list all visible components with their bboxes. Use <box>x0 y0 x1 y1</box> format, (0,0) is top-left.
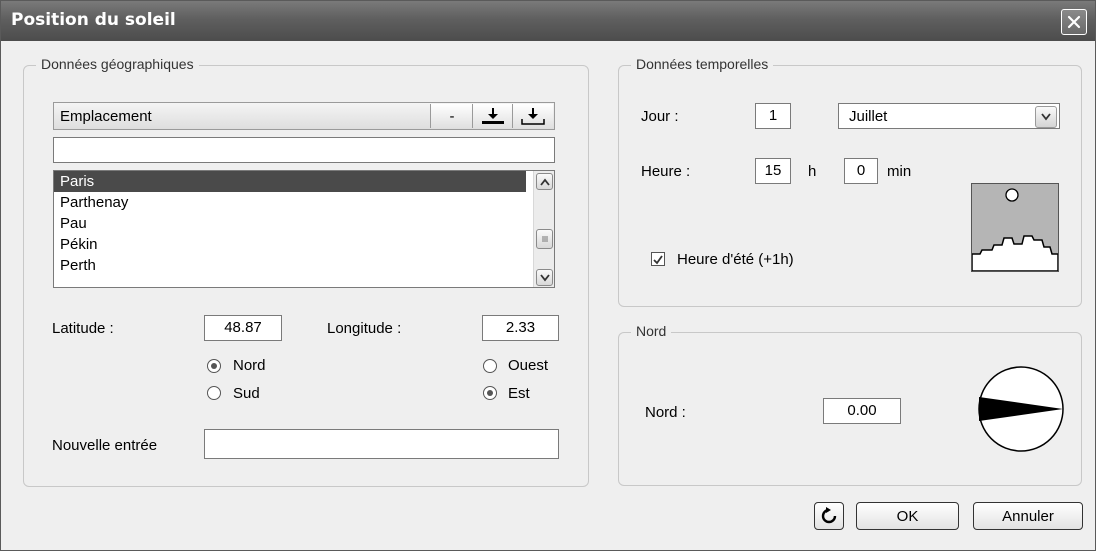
dialog-window: Position du soleil Données géographiques… <box>0 0 1096 551</box>
ouest-radio-label: Ouest <box>508 357 549 374</box>
close-button[interactable] <box>1061 9 1087 35</box>
nord-radio-label: Nord <box>233 357 266 374</box>
scroll-thumb[interactable] <box>536 229 553 249</box>
est-radio[interactable] <box>483 386 497 400</box>
month-dropdown-button[interactable] <box>1035 106 1057 128</box>
chevron-down-icon <box>1041 113 1051 121</box>
chevron-down-icon <box>539 273 550 281</box>
nord-input[interactable]: 0.00 <box>823 398 901 424</box>
longitude-label: Longitude : <box>327 320 402 337</box>
minute-input[interactable]: 0 <box>844 158 878 184</box>
chevron-up-icon <box>539 178 550 186</box>
dst-checkbox[interactable] <box>651 252 665 266</box>
day-label: Jour : <box>641 108 679 125</box>
reset-button[interactable] <box>814 502 844 530</box>
checkmark-icon <box>653 255 663 265</box>
grip-icon <box>541 236 548 242</box>
nord-radio[interactable] <box>207 359 221 373</box>
title-bar[interactable]: Position du soleil <box>1 1 1095 41</box>
list-item[interactable]: Parthenay <box>54 192 526 213</box>
import-button[interactable] <box>472 104 513 128</box>
export-button[interactable] <box>512 104 553 128</box>
location-list[interactable]: Paris Parthenay Pau Pékin Perth <box>53 170 555 288</box>
nord-label: Nord : <box>645 404 686 421</box>
cancel-button[interactable]: Annuler <box>973 502 1083 530</box>
sud-radio[interactable] <box>207 386 221 400</box>
dst-label: Heure d'été (+1h) <box>677 251 794 268</box>
refresh-icon <box>821 507 837 524</box>
sun-preview <box>971 183 1059 272</box>
compass <box>977 365 1067 459</box>
minus-label: - <box>449 107 455 125</box>
month-select-value: Juillet <box>849 108 888 125</box>
location-list-header: Emplacement - <box>53 102 555 130</box>
scroll-down-button[interactable] <box>536 269 553 286</box>
location-search-input[interactable] <box>53 137 555 163</box>
list-item[interactable]: Pékin <box>54 234 526 255</box>
location-header-label: Emplacement <box>60 108 152 125</box>
window-title: Position du soleil <box>11 10 176 30</box>
compass-icon <box>978 366 1064 452</box>
new-entry-label: Nouvelle entrée <box>52 437 158 454</box>
time-group-label: Données temporelles <box>631 56 774 72</box>
latitude-input[interactable]: 48.87 <box>204 315 282 341</box>
scroll-up-button[interactable] <box>536 173 553 190</box>
geo-group-label: Données géographiques <box>36 56 199 72</box>
hour-unit: h <box>808 163 817 180</box>
sun-horizon-icon <box>971 188 1059 272</box>
list-item[interactable]: Perth <box>54 255 526 276</box>
north-group-label: Nord <box>631 323 672 339</box>
download-icon <box>482 108 504 124</box>
est-radio-label: Est <box>508 385 530 402</box>
list-scrollbar[interactable] <box>533 171 554 287</box>
new-entry-input[interactable] <box>204 429 559 459</box>
latitude-label: Latitude : <box>52 320 114 337</box>
list-item[interactable]: Pau <box>54 213 526 234</box>
list-item[interactable]: Paris <box>54 171 526 192</box>
close-icon <box>1067 15 1081 29</box>
longitude-input[interactable]: 2.33 <box>482 315 559 341</box>
minute-unit: min <box>887 163 912 180</box>
ouest-radio[interactable] <box>483 359 497 373</box>
sud-radio-label: Sud <box>233 385 260 402</box>
download-outline-icon <box>521 108 545 125</box>
ok-button[interactable]: OK <box>856 502 959 530</box>
day-input[interactable]: 1 <box>755 103 791 129</box>
month-select[interactable]: Juillet <box>838 103 1060 129</box>
hour-label: Heure : <box>641 163 691 180</box>
hour-input[interactable]: 15 <box>755 158 791 184</box>
remove-location-button[interactable]: - <box>430 104 473 128</box>
